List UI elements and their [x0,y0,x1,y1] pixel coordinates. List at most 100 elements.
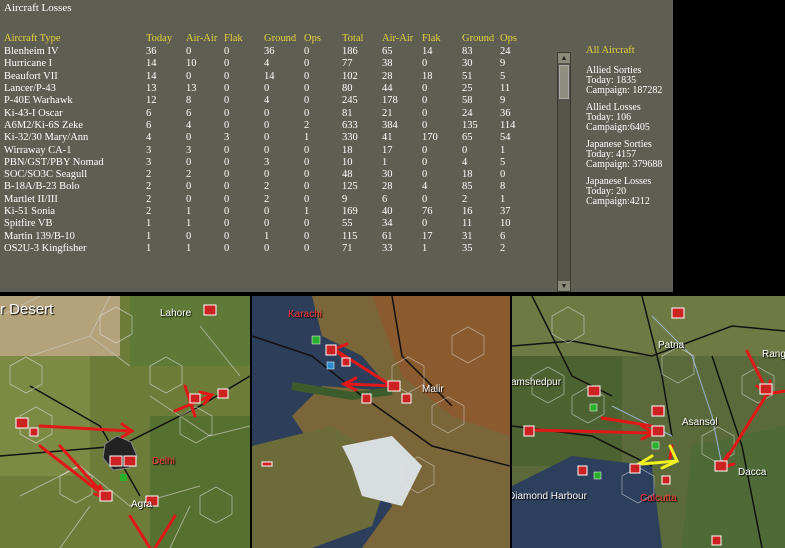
unit-markers[interactable] [252,296,510,548]
loss-count-cell: 8 [186,95,192,107]
loss-count-cell: 85 [462,181,473,193]
city-label-karachi: Karachi [288,309,322,320]
table-row[interactable]: Lancer/P-43 13 13 0 0 0 80 44 0 25 11 [4,83,530,95]
table-row[interactable]: OS2U-3 Kingfisher 1 1 0 0 0 71 33 1 35 2 [4,243,530,255]
unit-markers[interactable] [512,296,785,548]
col-today[interactable]: Today [146,30,186,46]
col-total-flak[interactable]: Flak [422,30,462,46]
loss-count-cell: 1 [186,218,192,230]
loss-count-cell: 1 [146,218,152,230]
loss-count-cell: 0 [304,70,310,82]
loss-count-cell: 76 [422,206,433,217]
col-total[interactable]: Total [342,30,382,46]
loss-count-cell: 3 [224,132,230,144]
loss-count-cell: 0 [422,156,428,168]
map-view-delhi[interactable]: r Desert Lahore Delhi Agra [0,296,250,548]
loss-count-cell: 5 [500,156,506,168]
map-view-calcutta[interactable]: Patna Jamshedpur Asansol Calcutta Diamon… [512,296,785,548]
table-row[interactable]: Blenheim IV 36 0 0 36 0 186 65 14 83 24 [4,46,530,58]
loss-count-cell: 1 [146,242,152,254]
loss-count-cell: 186 [342,46,358,58]
table-scrollbar[interactable]: ▲ ▼ [557,52,571,292]
loss-count-cell: 37 [500,206,511,217]
col-today-flak[interactable]: Flak [224,30,264,46]
table-row[interactable]: Ki-43-I Oscar 6 6 0 0 0 81 21 0 24 36 [4,107,530,119]
loss-count-cell: 0 [224,70,230,82]
col-total-ground[interactable]: Ground [462,30,500,46]
scroll-down-icon[interactable]: ▼ [558,281,570,291]
table-row[interactable]: Beaufort VII 14 0 0 14 0 102 28 18 51 5 [4,71,530,83]
loss-count-cell: 0 [224,206,230,217]
loss-count-cell: 28 [382,70,393,82]
table-row[interactable]: Ki-51 Sonia 2 1 0 0 1 169 40 76 16 37 [4,206,530,218]
loss-count-cell: 10 [342,156,353,168]
table-row[interactable]: Martin 139/B-10 1 0 0 1 0 115 61 17 31 6 [4,230,530,242]
city-label-jamshedpur: Jamshedpur [512,377,562,388]
table-row[interactable]: Martlet II/III 2 0 0 2 0 9 6 0 2 1 [4,194,530,206]
loss-count-cell: 40 [382,206,393,217]
loss-count-cell: 0 [224,95,230,107]
loss-count-cell: 41 [382,132,393,144]
loss-count-cell: 6 [146,119,152,131]
loss-count-cell: 0 [422,169,428,181]
aircraft-type-cell: Martin 139/B-10 [4,230,75,242]
summary-japanese-sorties: Japanese Sorties Today: 4157 Campaign: 3… [586,140,662,170]
loss-count-cell: 71 [342,242,353,254]
table-row[interactable]: Spitfire VB 1 1 0 0 0 55 34 0 11 10 [4,218,530,230]
aircraft-type-cell: Wirraway CA-1 [4,144,72,156]
loss-count-cell: 10 [500,218,511,230]
loss-count-cell: 18 [462,169,473,181]
table-row[interactable]: PBN/GST/PBY Nomad 3 0 0 3 0 10 1 0 4 5 [4,157,530,169]
unit-markers[interactable] [0,296,250,548]
col-today-air-air[interactable]: Air-Air [186,30,224,46]
table-row[interactable]: Ki-32/30 Mary/Ann 4 0 3 0 1 330 41 170 65 54 [4,132,530,144]
col-today-ground[interactable]: Ground [264,30,304,46]
loss-count-cell: 0 [186,46,192,58]
city-label-dacca: Dacca [738,467,767,478]
col-today-ops[interactable]: Ops [304,30,342,46]
loss-count-cell: 0 [304,156,310,168]
loss-count-cell: 4 [264,58,270,70]
col-aircraft-type[interactable]: Aircraft Type [4,30,146,46]
city-label-diamond-harbour: Diamond Harbour [512,491,587,502]
aircraft-type-cell: P-40E Warhawk [4,95,73,107]
loss-count-cell: 6 [382,193,388,205]
loss-count-cell: 1 [264,230,270,242]
loss-count-cell: 0 [304,107,310,119]
aircraft-type-cell: Ki-32/30 Mary/Ann [4,132,89,144]
loss-count-cell: 65 [382,46,393,58]
scroll-thumb[interactable] [559,65,569,99]
map-view-karachi[interactable]: Karachi Malir [252,296,510,548]
table-header-row: Aircraft Type Today Air-Air Flak Ground … [4,30,530,46]
table-row[interactable]: B-18A/B-23 Bolo 2 0 0 2 0 125 28 4 85 8 [4,181,530,193]
aircraft-type-cell: Spitfire VB [4,218,53,230]
scroll-up-icon[interactable]: ▲ [558,53,570,63]
aircraft-type-cell: Hurricane I [4,58,53,70]
loss-count-cell: 14 [146,58,157,70]
table-row[interactable]: Hurricane I 14 10 0 4 0 77 38 0 30 9 [4,58,530,70]
losses-table: Aircraft Type Today Air-Air Flak Ground … [4,30,530,255]
loss-count-cell: 102 [342,70,358,82]
loss-count-cell: 0 [186,156,192,168]
loss-count-cell: 17 [422,230,433,242]
loss-count-cell: 48 [342,169,353,181]
table-row[interactable]: SOC/SO3C Seagull 2 2 0 0 0 48 30 0 18 0 [4,169,530,181]
loss-count-cell: 2 [264,193,270,205]
loss-count-cell: 13 [186,83,197,95]
col-total-air-air[interactable]: Air-Air [382,30,422,46]
panel-margin [673,0,785,292]
loss-count-cell: 2 [304,119,310,131]
loss-count-cell: 0 [462,144,468,156]
table-row[interactable]: Wirraway CA-1 3 3 0 0 0 18 17 0 0 1 [4,144,530,156]
loss-count-cell: 3 [264,156,270,168]
table-row[interactable]: P-40E Warhawk 12 8 0 4 0 245 178 0 58 9 [4,95,530,107]
col-total-ops[interactable]: Ops [500,30,530,46]
loss-count-cell: 1 [304,206,310,217]
loss-count-cell: 0 [264,206,270,217]
loss-count-cell: 9 [500,58,506,70]
loss-count-cell: 14 [264,70,275,82]
loss-count-cell: 0 [224,119,230,131]
loss-count-cell: 633 [342,119,358,131]
table-row[interactable]: A6M2/Ki-6S Zeke 6 4 0 0 2 633 384 0 135 114 [4,120,530,132]
loss-count-cell: 0 [186,193,192,205]
